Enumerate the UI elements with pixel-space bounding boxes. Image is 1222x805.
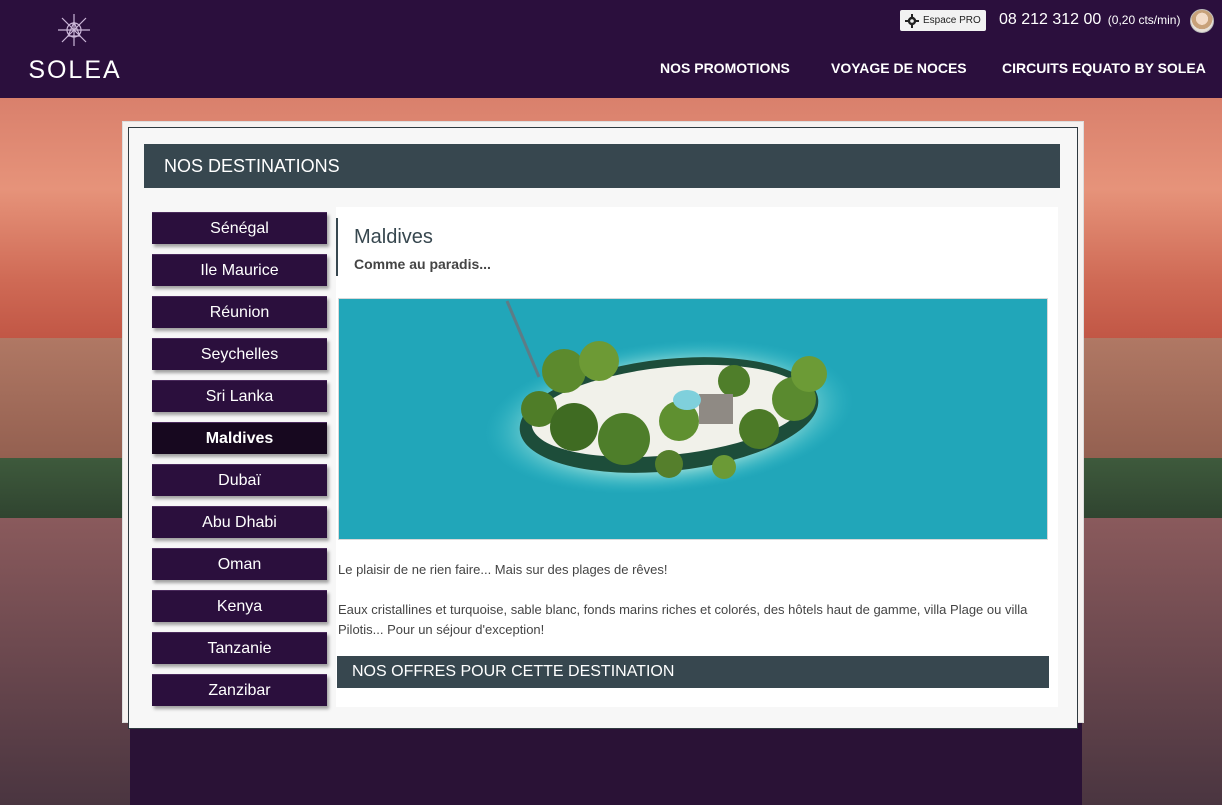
destination-item-ile-maurice[interactable]: Ile Maurice	[152, 254, 327, 286]
nav-voyage-de-noces[interactable]: VOYAGE DE NOCES	[831, 60, 967, 76]
destination-item-zanzibar[interactable]: Zanzibar	[152, 674, 327, 706]
destination-hero-image	[338, 298, 1048, 540]
background-pool-right	[1082, 518, 1222, 805]
background-pool-left	[0, 518, 130, 805]
background-pillar-left	[0, 338, 130, 478]
destination-item-maldives[interactable]: Maldives	[152, 422, 327, 454]
destination-item-reunion[interactable]: Réunion	[152, 296, 327, 328]
destination-subtitle: Comme au paradis...	[354, 256, 491, 272]
destinations-heading: NOS DESTINATIONS	[144, 144, 1060, 188]
destination-title-block: Maldives Comme au paradis...	[336, 218, 738, 276]
gear-icon	[905, 13, 919, 28]
destination-item-sri-lanka[interactable]: Sri Lanka	[152, 380, 327, 412]
destination-paragraph-2: Eaux cristallines et turquoise, sable bl…	[338, 602, 1028, 637]
offers-heading: NOS OFFRES POUR CETTE DESTINATION	[337, 656, 1049, 688]
nav-promotions[interactable]: NOS PROMOTIONS	[660, 60, 790, 76]
phone-number[interactable]: 08 212 312 00 (0,20 cts/min)	[999, 11, 1180, 29]
destination-title: Maldives	[354, 226, 433, 248]
star-logo-icon	[58, 14, 90, 46]
destination-paragraph-1: Le plaisir de ne rien faire... Mais sur …	[338, 562, 668, 577]
espace-pro-label: Espace PRO	[923, 15, 981, 26]
site-header: SOLEA Espace PRO 08 212 312 00 (0,20 cts…	[0, 0, 1222, 98]
destination-item-seychelles[interactable]: Seychelles	[152, 338, 327, 370]
destination-item-dubai[interactable]: Dubaï	[152, 464, 327, 496]
main-navigation: NOS PROMOTIONS VOYAGE DE NOCES CIRCUITS …	[0, 60, 1222, 80]
phone-digits: 08 212 312 00	[999, 11, 1102, 28]
nav-circuits-equato[interactable]: CIRCUITS EQUATO BY SOLEA	[1002, 60, 1206, 76]
destination-item-tanzanie[interactable]: Tanzanie	[152, 632, 327, 664]
background-pillar-right	[1082, 338, 1222, 478]
phone-rate: (0,20 cts/min)	[1107, 13, 1181, 27]
destination-item-kenya[interactable]: Kenya	[152, 590, 327, 622]
destination-item-oman[interactable]: Oman	[152, 548, 327, 580]
island-aerial-illustration	[339, 299, 1047, 539]
destination-item-senegal[interactable]: Sénégal	[152, 212, 327, 244]
espace-pro-button[interactable]: Espace PRO	[900, 10, 986, 31]
destination-item-abu-dhabi[interactable]: Abu Dhabi	[152, 506, 327, 538]
avatar[interactable]	[1190, 9, 1214, 33]
